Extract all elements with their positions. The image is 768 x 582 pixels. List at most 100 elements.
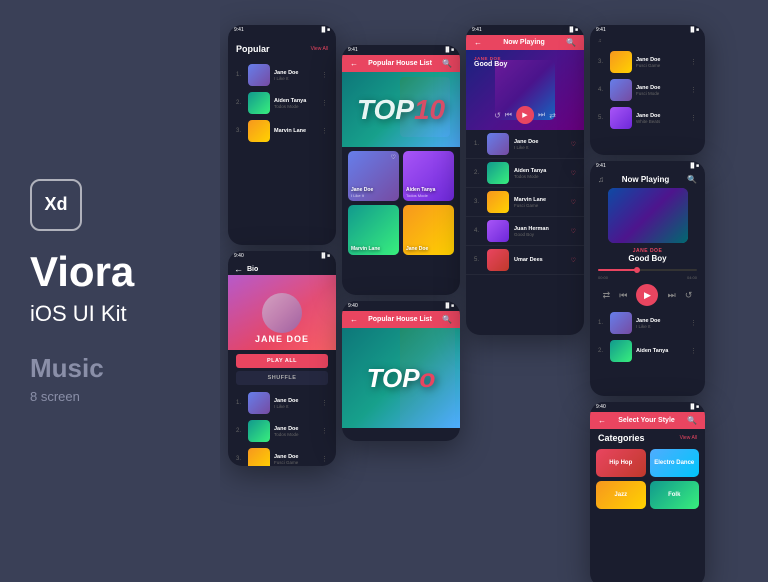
cat-folk[interactable]: Folk [650,481,700,509]
col-3: 9:41 ▐▌■ ← Now Playing 🔍 ↺ ⏮ ▶ [466,25,584,335]
screen-house-big: 9:41 ▐▌■ ← Popular House List 🔍 TOP10 ♡ [342,45,460,295]
bio-item-1: 1. Jane Doe I Like It ⋮ [228,389,336,417]
np-list-item-2: 2. Aiden Tanya Todos Mode ♡ [466,159,584,188]
brand-category: Music [30,355,230,381]
topo-label: TOPo [367,363,436,394]
np-large-title: Now Playing [604,175,687,184]
col-2: 9:41 ▐▌■ ← Popular House List 🔍 TOP10 ♡ [342,45,460,441]
top10-label: TOP10 [357,94,445,126]
house-red-header: ← Popular House List 🔍 [342,55,460,72]
shuffle-btn[interactable]: SHUFFLE [236,371,328,385]
screens-wrapper: 9:41 ▐▌■ Popular View All 1. Jane Doe I … [228,10,705,572]
play-ctrl[interactable]: ▶ [636,284,658,306]
np-top-header: ← Now Playing 🔍 [466,35,584,50]
hero-banner-2: TOPo [342,328,460,428]
screen-categories: 9:40 ▐▌■ ← Select Your Style 🔍 Categorie… [590,402,705,582]
status-bar-4: 9:41 ▐▌■ [466,25,584,35]
np-times: 00:00 04:00 [590,274,705,281]
np-large-search[interactable]: 🔍 [687,175,697,184]
thumb-2 [248,92,270,114]
thumb-1 [248,64,270,86]
popular-item-2: 2. Aiden Tanya Todos Mode ⋮ [228,89,336,117]
artist-avatar [262,293,302,333]
status-bar-np: 9:41 ▐▌■ [590,161,705,171]
np-mini-controls: ↺ ⏮ ▶ ⏭ ⇄ [494,106,556,124]
categories-title: Categories [598,433,645,443]
screens-area: 9:41 ▐▌■ Popular View All 1. Jane Doe I … [220,0,768,582]
np-large-info: JANE DOE Good Boy [590,245,705,266]
cat-search-icon[interactable]: 🔍 [687,416,697,425]
ps-item-5: 5. Jane Doe White Beats ⋮ [590,104,705,132]
cat-back-icon[interactable]: ← [598,416,606,425]
status-bar-cat: 9:40 ▐▌■ [590,402,705,412]
house-title: Popular House List [368,60,432,67]
np-large-header: ♫ Now Playing 🔍 [590,171,705,186]
bio-nav: ← Bio [228,261,336,275]
np-bottom-item-2: 2. Aiden Tanya ⋮ [590,337,705,365]
categories-header: Categories View All [590,429,705,447]
more-icon-3[interactable]: ⋮ [321,127,328,135]
play-all-btn[interactable]: PLAY ALL [236,354,328,368]
artist-card-2: Aiden Tanya Todos Mode [403,151,454,201]
shuffle-ctrl[interactable]: ⇄ [603,290,611,301]
np-search-icon[interactable]: 🔍 [566,38,576,47]
ps-item-3: 3. Jane Doe Fusci Game ⋮ [590,48,705,76]
branding-section: Xd Viora iOS UI Kit Music 8 screen [30,0,230,582]
brand-screens: 8 screen [30,389,230,404]
np-back-icon[interactable]: ← [474,38,482,47]
search-icon[interactable]: 🔍 [442,59,452,68]
play-btn-sm[interactable]: ▶ [516,106,534,124]
bio-item-3: 3. Jane Doe Fusci Game ⋮ [228,445,336,466]
np-list-item-5: 5. Umar Dees ♡ [466,246,584,275]
bio-label: Bio [247,266,258,273]
popular-header: Popular View All [228,41,336,57]
artist-card-3: Marvin Lane [348,205,399,255]
ps-item-4: 4. Jane Doe Fusci Mode ⋮ [590,76,705,104]
np-list-item-1: 1. Jane Doe I Like It ♡ [466,130,584,159]
cat-hiphop[interactable]: Hip Hop [596,449,646,477]
prev-ctrl[interactable]: ⏮ [619,290,627,301]
xd-badge: Xd [30,179,82,231]
status-bar-6: 9:40 ▐▌■ [342,301,460,311]
artist-hero: JANE DOE [228,275,336,350]
screen-popular-small: 9:41 ▐▌■ ♫ 3. Jane Doe Fusci Game ⋮ 4. [590,25,705,155]
artists-grid: ♡ Jane Doe I Like It Aiden Tanya Todos M… [342,147,460,259]
popular-item-1: 1. Jane Doe I Like It ⋮ [228,61,336,89]
np-list-item-3: 3. Marvin Lane Fusci Game ♡ [466,188,584,217]
back-icon-3[interactable]: ← [350,315,358,324]
np-progress [590,266,705,274]
next-ctrl[interactable]: ⏭ [668,290,676,301]
np-bottom-item-1: 1. Jane Doe I Like It ⋮ [590,309,705,337]
house-title-2: Popular House List [368,316,432,323]
artist-card-4: Jane Doe [403,205,454,255]
np-album-area: ↺ ⏮ ▶ ⏭ ⇄ JANE DOE Good Boy [466,50,584,130]
np-track-label: Good Boy [474,61,507,68]
status-bar-2: 9:40 ▐▌■ [228,251,336,261]
status-bar-3: 9:41 ▐▌■ [342,45,460,55]
back-icon-2[interactable]: ← [350,59,358,68]
cat-electro[interactable]: Electro Dance [650,449,700,477]
screen-now-playing-list: 9:41 ▐▌■ ← Now Playing 🔍 ↺ ⏮ ▶ [466,25,584,335]
more-icon[interactable]: ⋮ [321,71,328,79]
back-icon[interactable]: ← [234,264,243,274]
screen-now-playing-large: 9:41 ▐▌■ ♫ Now Playing 🔍 JANE DOE Good B… [590,161,705,396]
repeat-ctrl[interactable]: ↺ [685,290,693,301]
col-4: 9:41 ▐▌■ ♫ 3. Jane Doe Fusci Game ⋮ 4. [590,25,705,582]
col-1: 9:41 ▐▌■ Popular View All 1. Jane Doe I … [228,25,336,466]
house-red-header-2: ← Popular House List 🔍 [342,311,460,328]
cat-jazz[interactable]: Jazz [596,481,646,509]
np-large-track: Good Boy [598,254,697,263]
search-icon-2[interactable]: 🔍 [442,315,452,324]
np-controls: ⇄ ⏮ ▶ ⏭ ↺ [590,281,705,309]
artist-card-1: ♡ Jane Doe I Like It [348,151,399,201]
status-bar-1: 9:41 ▐▌■ [228,25,336,35]
popular-viewall[interactable]: View All [311,46,328,52]
thumb-3 [248,120,270,142]
artist-name: JANE DOE [255,334,309,344]
select-style-header: ← Select Your Style 🔍 [590,412,705,429]
brand-subtitle: iOS UI Kit [30,301,230,327]
np-title-small: Now Playing [503,39,545,46]
screen-bio: 9:40 ▐▌■ ← Bio JANE DOE PLAY ALL SHUFFLE… [228,251,336,466]
categories-viewall[interactable]: View All [680,435,697,441]
more-icon-2[interactable]: ⋮ [321,99,328,107]
